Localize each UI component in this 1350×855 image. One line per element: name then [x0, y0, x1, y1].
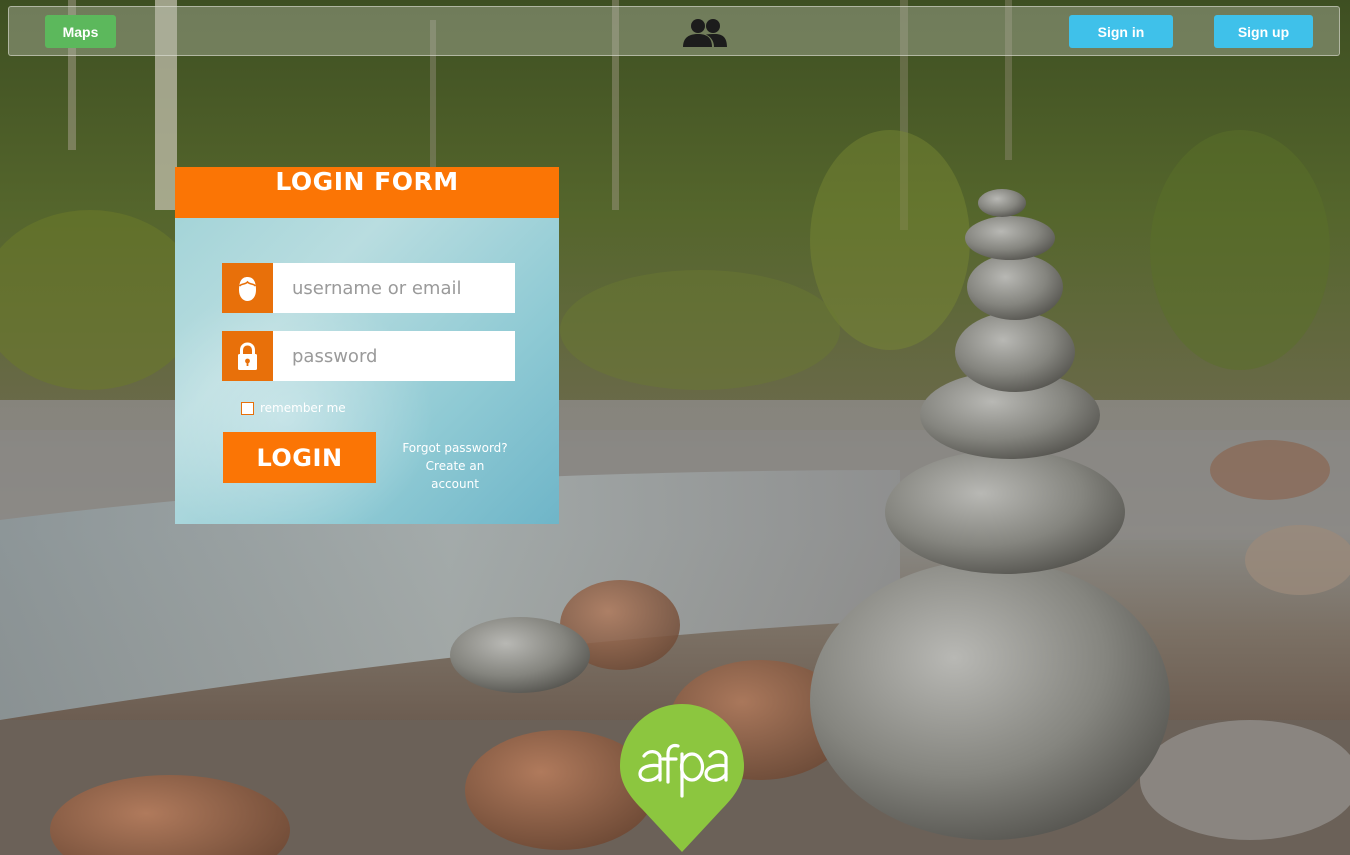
- sign-up-button[interactable]: Sign up: [1214, 15, 1313, 48]
- username-field[interactable]: [222, 263, 515, 313]
- afpa-logo: [620, 704, 744, 852]
- lock-icon: [222, 331, 273, 381]
- forgot-password-link[interactable]: Forgot password?: [401, 439, 509, 457]
- user-icon: [222, 263, 273, 313]
- remember-me-checkbox[interactable]: [241, 402, 254, 415]
- login-form: LOGIN FORM remember me: [175, 167, 559, 524]
- top-navbar: Maps Sign in Sign up: [8, 6, 1340, 56]
- username-input[interactable]: [273, 263, 515, 313]
- sign-in-button[interactable]: Sign in: [1069, 15, 1173, 48]
- remember-me[interactable]: remember me: [241, 401, 346, 415]
- password-field[interactable]: [222, 331, 515, 381]
- login-form-title: LOGIN FORM: [175, 167, 559, 218]
- maps-button[interactable]: Maps: [45, 15, 116, 48]
- page-background: Maps Sign in Sign up LOGIN FORM username…: [0, 0, 1350, 855]
- people-icon[interactable]: [682, 17, 728, 49]
- password-input[interactable]: [273, 331, 515, 381]
- login-button[interactable]: LOGIN: [223, 432, 376, 483]
- remember-me-label: remember me: [260, 401, 346, 415]
- create-account-link[interactable]: Create an account: [401, 457, 509, 493]
- account-links: Forgot password? Create an account: [401, 439, 509, 493]
